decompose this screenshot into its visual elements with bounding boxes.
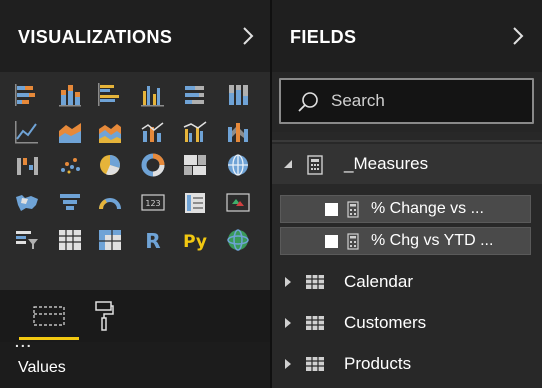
line-and-stacked-column-chart-icon[interactable] [140,119,166,145]
calculator-icon [305,155,325,175]
collapsed-caret-icon[interactable] [282,357,294,369]
python-visual-icon[interactable]: Py [180,227,210,253]
fields-title: FIELDS [290,27,357,47]
clustered-bar-chart-icon[interactable] [97,82,123,108]
fields-pane: FIELDS _Measures [272,0,542,388]
table-icon [305,355,325,373]
area-chart-icon[interactable] [57,119,83,145]
r-script-visual-icon[interactable]: R [140,227,166,253]
clustered-column-chart-icon[interactable] [140,82,166,108]
measure-label: % Change vs ... [371,200,484,217]
table-row-calendar[interactable]: Calendar [272,262,542,302]
expanded-caret-icon[interactable] [282,157,294,169]
arcgis-map-icon[interactable] [225,227,251,253]
search-area [272,72,542,132]
visualizations-header: VISUALIZATIONS [0,0,270,72]
measure-checkbox[interactable] [325,203,338,216]
table-icon [305,273,325,291]
measure-checkbox[interactable] [325,235,338,248]
python-label: Py [183,232,207,252]
kpi-icon[interactable] [225,190,251,216]
r-script-label: R [145,229,160,253]
100-percent-stacked-bar-chart-icon[interactable] [182,82,208,108]
treemap-icon[interactable] [182,152,208,178]
funnel-icon[interactable] [57,190,83,216]
fields-tab-icon[interactable] [33,304,65,328]
table-icon[interactable] [57,227,83,253]
pie-chart-icon[interactable] [97,152,123,178]
visualizations-pane: VISUALIZATIONS 123 R Py ... Values [0,0,270,388]
format-paint-roller-icon[interactable] [94,300,114,332]
table-name-customers: Customers [344,313,427,332]
visualizations-title: VISUALIZATIONS [18,27,173,47]
collapsed-caret-icon[interactable] [282,275,294,287]
scatter-chart-icon[interactable] [57,152,83,178]
table-row-products[interactable]: Products [272,344,542,384]
fields-header: FIELDS [272,0,542,72]
collapsed-caret-icon[interactable] [282,316,294,328]
map-icon[interactable] [225,152,251,178]
active-tab-indicator [19,337,79,340]
collapse-fields-chevron-icon[interactable] [508,24,528,48]
measure-label: % Chg vs YTD ... [371,232,494,249]
collapse-visualizations-chevron-icon[interactable] [238,24,258,48]
search-box[interactable] [279,78,534,124]
table-row-customers[interactable]: Customers [272,303,542,343]
calculator-icon [347,233,359,250]
stacked-column-chart-icon[interactable] [57,82,83,108]
stacked-area-chart-icon[interactable] [97,119,123,145]
table-name-measures: _Measures [344,154,429,173]
table-row-measures[interactable]: _Measures [272,144,542,184]
matrix-icon[interactable] [97,227,123,253]
ribbon-chart-icon[interactable] [225,119,251,145]
donut-chart-icon[interactable] [140,152,166,178]
card-icon[interactable]: 123 [140,190,166,216]
waterfall-chart-icon[interactable] [14,152,40,178]
slicer-icon[interactable] [14,227,40,253]
calculator-icon [347,201,359,218]
table-name-calendar: Calendar [344,272,413,291]
table-name-products: Products [344,354,412,373]
measure-field-row[interactable]: % Change vs ... [280,195,531,223]
visualizations-tab-strip [0,290,270,342]
visualization-icon-gallery: 123 R Py ... [0,72,270,350]
line-and-clustered-column-chart-icon[interactable] [182,119,208,145]
fields-separator [272,140,542,142]
stacked-bar-chart-icon[interactable] [14,82,40,108]
filled-map-icon[interactable] [14,190,40,216]
table-icon [305,314,325,332]
measure-field-row[interactable]: % Chg vs YTD ... [280,227,531,255]
gauge-icon[interactable] [97,190,123,216]
search-input[interactable] [331,89,521,113]
multi-row-card-icon[interactable] [182,190,208,216]
power-bi-panes: VISUALIZATIONS 123 R Py ... Values FIELD… [0,0,542,388]
100-percent-stacked-column-chart-icon[interactable] [225,82,251,108]
search-icon [297,91,319,113]
card-icon-label: 123 [145,199,160,208]
values-well-label: Values [18,359,66,376]
line-chart-icon[interactable] [14,119,40,145]
